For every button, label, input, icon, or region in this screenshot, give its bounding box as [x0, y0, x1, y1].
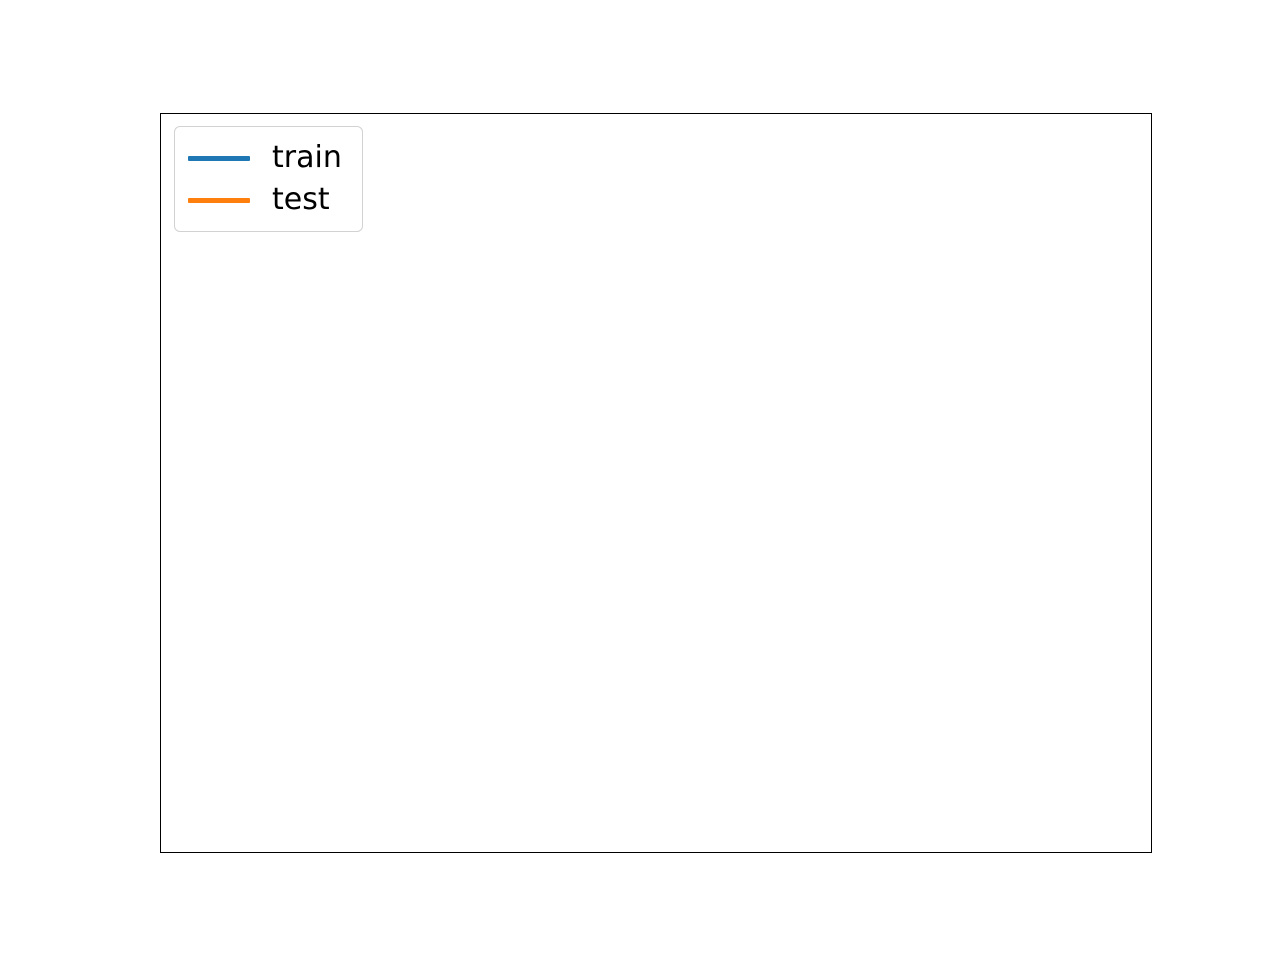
legend-entry-test[interactable]: test: [188, 179, 342, 221]
legend[interactable]: train test: [174, 126, 363, 232]
plot-axes: train test: [160, 113, 1152, 853]
legend-label-test: test: [272, 182, 330, 217]
matplotlib-figure: train test: [0, 0, 1280, 960]
legend-swatch-test: [188, 197, 250, 203]
legend-entry-train[interactable]: train: [188, 137, 342, 179]
legend-label-train: train: [272, 140, 342, 175]
legend-swatch-train: [188, 155, 250, 161]
